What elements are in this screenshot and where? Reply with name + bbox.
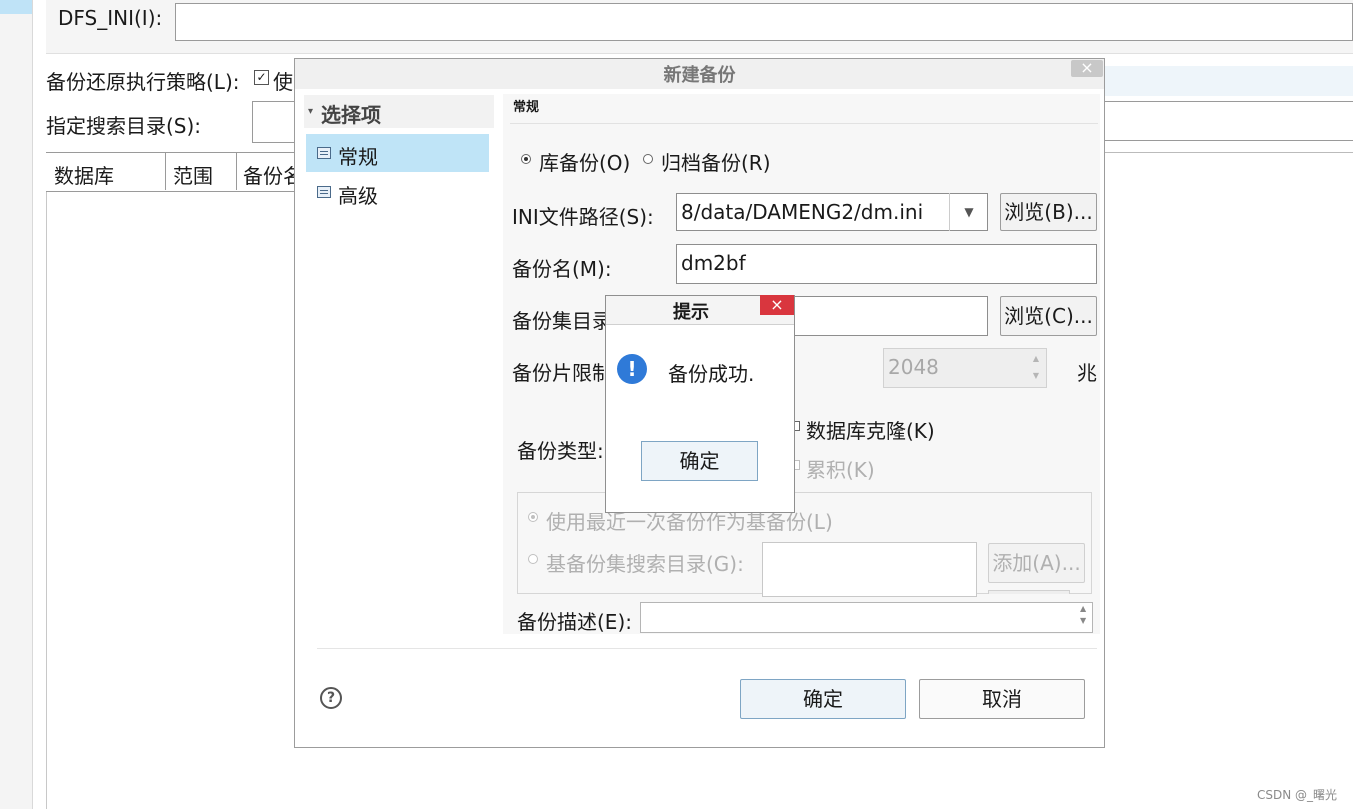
backup-name-input[interactable]: dm2bf: [676, 244, 1097, 284]
db-backup-label[interactable]: 库备份(O): [539, 147, 630, 176]
nav-item-general-label[interactable]: 常规: [338, 141, 378, 170]
nav-item-general[interactable]: [306, 134, 489, 172]
ini-path-value: 8/data/DAMENG2/dm.ini: [681, 200, 924, 224]
search-dir-label: 指定搜索目录(S):: [46, 114, 202, 138]
footer-divider: [317, 648, 1097, 649]
dfs-ini-label: DFS_INI(I):: [58, 6, 163, 30]
section-divider: [510, 123, 1098, 124]
left-strip-selection: [0, 0, 32, 14]
dropdown-arrow-icon[interactable]: ▼: [949, 193, 988, 231]
dialog-close-button[interactable]: ×: [1071, 60, 1103, 77]
db-backup-radio[interactable]: [521, 154, 531, 164]
column-header-scope[interactable]: 范围: [173, 160, 213, 189]
cumulative-label[interactable]: 累积(K): [806, 454, 875, 483]
add-base-dir-button[interactable]: 添加(A)...: [988, 543, 1085, 583]
left-strip: [0, 0, 33, 809]
use-recent-base-radio[interactable]: [528, 512, 538, 522]
piece-limit-value: 2048: [888, 355, 939, 379]
nav-item-advanced[interactable]: 高级: [338, 180, 378, 209]
description-input[interactable]: [640, 602, 1093, 633]
page-icon: [317, 147, 331, 159]
archive-backup-radio[interactable]: [643, 154, 653, 164]
section-title: 常规: [513, 100, 540, 115]
piece-limit-label: 备份片限制: [512, 361, 612, 385]
backup-table: [46, 152, 297, 809]
table-header-right: [1105, 152, 1353, 157]
column-header-backup-name[interactable]: 备份名: [243, 160, 295, 189]
ini-path-label: INI文件路径(S):: [512, 205, 654, 229]
page-icon: [317, 186, 331, 198]
backup-set-dir-label: 备份集目录: [512, 309, 612, 333]
column-separator[interactable]: [236, 153, 237, 190]
base-dir-list[interactable]: [762, 542, 977, 597]
piece-limit-spinner[interactable]: 2048: [883, 348, 1047, 388]
column-separator[interactable]: [165, 153, 166, 190]
help-icon[interactable]: ?: [320, 687, 342, 709]
description-scroll-arrows-icon[interactable]: ▲ ▼: [1080, 603, 1086, 627]
strategy-option-text: 使: [273, 70, 293, 94]
browse-set-dir-button[interactable]: 浏览(C)...: [1000, 296, 1097, 336]
dialog-title: 新建备份: [663, 65, 736, 86]
strategy-label: 备份还原执行策略(L):: [46, 70, 240, 94]
info-icon: !: [617, 354, 647, 384]
dfs-ini-input[interactable]: [175, 3, 1353, 41]
message-box-close-button[interactable]: ×: [760, 295, 794, 315]
piece-limit-unit: 兆: [1077, 361, 1097, 385]
db-clone-label[interactable]: 数据库克隆(K): [806, 415, 935, 444]
remove-base-dir-button[interactable]: [988, 590, 1070, 594]
browse-ini-button[interactable]: 浏览(B)...: [1000, 193, 1097, 231]
base-dir-radio[interactable]: [528, 554, 538, 564]
backup-type-label: 备份类型:: [517, 439, 604, 463]
column-header-database[interactable]: 数据库: [54, 160, 114, 189]
watermark: CSDN @_曙光: [1257, 788, 1338, 802]
backup-name-label: 备份名(M):: [512, 257, 612, 281]
nav-panel: [300, 94, 496, 648]
message-text: 备份成功.: [668, 362, 755, 386]
strategy-band: [1105, 66, 1353, 96]
message-box-title: 提示: [673, 302, 709, 323]
strategy-checkbox[interactable]: ✓: [254, 70, 269, 85]
nav-header-label: 选择项: [321, 103, 381, 127]
dialog-ok-button[interactable]: 确定: [740, 679, 906, 719]
message-ok-button[interactable]: 确定: [641, 441, 758, 481]
dialog-cancel-button[interactable]: 取消: [919, 679, 1085, 719]
archive-backup-label[interactable]: 归档备份(R): [661, 147, 771, 176]
base-dir-label[interactable]: 基备份集搜索目录(G):: [546, 548, 744, 577]
spinner-arrows-icon[interactable]: ▲ ▼: [1030, 350, 1042, 384]
backup-name-value: dm2bf: [681, 251, 746, 275]
description-label: 备份描述(E):: [517, 610, 632, 634]
ini-path-combo[interactable]: 8/data/DAMENG2/dm.ini: [676, 193, 988, 231]
collapse-arrow-icon[interactable]: ▾: [308, 106, 313, 117]
search-dir-input-right[interactable]: [1105, 101, 1353, 141]
